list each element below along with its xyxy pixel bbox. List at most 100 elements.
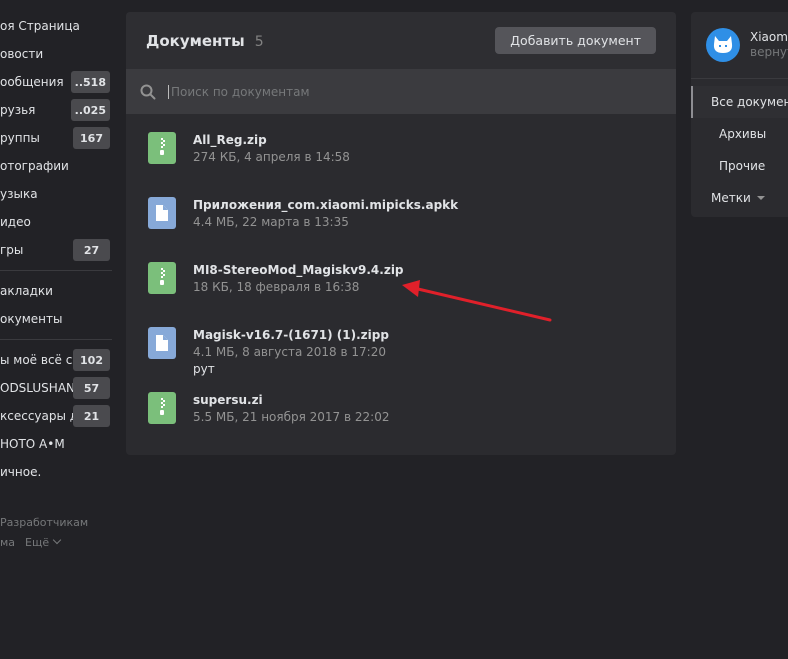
nav-item-music[interactable]: узыка	[0, 180, 112, 208]
nav-item-community[interactable]: ксессуары д...21	[0, 402, 112, 430]
more-label: Ещё	[25, 535, 50, 549]
profile-block[interactable]: Xiaomi вернут	[691, 12, 788, 78]
nav-item-community[interactable]: НОТО А•М	[0, 430, 112, 458]
zip-file-icon	[148, 392, 176, 424]
page-title: Документы 5	[146, 32, 264, 50]
nav-label: оя Страница	[0, 19, 80, 33]
nav-item-photos[interactable]: отографии	[0, 152, 112, 180]
nav-badge: ..518	[70, 71, 110, 93]
nav-item-groups[interactable]: руппы 167	[0, 124, 112, 152]
nav-badge: 27	[73, 239, 110, 261]
document-row[interactable]: MI8-StereoMod_Magiskv9.4.zip 18 КБ, 18 ф…	[126, 251, 676, 316]
nav-group-secondary: акладки окументы	[0, 277, 112, 333]
nav-item-community[interactable]: ичное.	[0, 458, 112, 486]
document-row[interactable]: Magisk-v16.7-(1671) (1).zipp 4.1 МБ, 8 а…	[126, 316, 676, 381]
document-info: All_Reg.zip 274 КБ, 4 апреля в 14:58	[193, 132, 350, 166]
tags-dropdown[interactable]: Метки	[691, 182, 788, 214]
nav-badge: 57	[73, 377, 110, 399]
zip-file-icon	[148, 132, 176, 164]
nav-label: окументы	[0, 312, 63, 326]
document-name[interactable]: All_Reg.zip	[193, 132, 350, 149]
nav-item-friends[interactable]: рузья ..025	[0, 96, 112, 124]
nav-label: узыка	[0, 187, 38, 201]
document-info: MI8-StereoMod_Magiskv9.4.zip 18 КБ, 18 ф…	[193, 262, 404, 296]
document-meta: 4.4 МБ, 22 марта в 13:35	[193, 215, 349, 229]
document-info: Приложения_com.xiaomi.mipicks.apkk 4.4 М…	[193, 197, 458, 231]
document-meta: 5.5 МБ, 21 ноября 2017 в 22:02	[193, 410, 390, 424]
nav-group-main: оя Страница овости ообщения ..518 рузья..…	[0, 12, 112, 264]
nav-badge: 167	[73, 127, 110, 149]
nav-item-messages[interactable]: ообщения ..518	[0, 68, 112, 96]
filter-other[interactable]: Прочие	[691, 150, 788, 182]
nav-label: акладки	[0, 284, 53, 298]
document-meta: 274 КБ, 4 апреля в 14:58	[193, 150, 350, 164]
nav-badge: 102	[73, 349, 110, 371]
document-info: Magisk-v16.7-(1671) (1).zipp 4.1 МБ, 8 а…	[193, 327, 389, 378]
file-icon	[148, 197, 176, 229]
filter-archives[interactable]: Архивы	[691, 118, 788, 150]
nav-label: гры	[0, 243, 24, 257]
nav-badge: ..025	[70, 99, 110, 121]
document-name[interactable]: supersu.zi	[193, 392, 389, 409]
profile-text: Xiaomi вернут	[750, 30, 788, 60]
document-row[interactable]: Приложения_com.xiaomi.mipicks.apkk 4.4 М…	[126, 186, 676, 251]
nav-divider	[0, 339, 112, 340]
file-icon	[148, 327, 176, 359]
nav-label: НОТО А•М	[0, 437, 65, 451]
filter-all-documents[interactable]: Все докумен	[691, 86, 788, 118]
avatar	[706, 28, 740, 62]
nav-item-video[interactable]: идео	[0, 208, 112, 236]
document-tag: рут	[193, 362, 215, 376]
nav-label: ы моё всё со	[0, 353, 73, 367]
developers-link[interactable]: Разработчикам	[0, 516, 88, 529]
nav-item-bookmarks[interactable]: акладки	[0, 277, 112, 305]
nav-footer: Разработчикам ма Ещё	[0, 512, 112, 552]
search-bar	[126, 69, 676, 114]
chevron-down-icon	[52, 535, 62, 544]
bunny-logo-icon	[713, 36, 733, 53]
nav-item-community[interactable]: ODSLUSHAN...57	[0, 374, 112, 402]
document-meta: 4.1 МБ, 8 августа 2018 в 17:20	[193, 345, 386, 359]
nav-item-games[interactable]: гры 27	[0, 236, 112, 264]
nav-item-community[interactable]: ы моё всё со 102	[0, 346, 112, 374]
documents-count: 5	[254, 33, 264, 50]
profile-name[interactable]: Xiaomi	[750, 30, 788, 45]
more-link[interactable]: Ещё	[25, 535, 62, 549]
caret-down-icon	[756, 196, 765, 200]
add-document-button[interactable]: Добавить документ	[495, 27, 656, 54]
profile-subtitle[interactable]: вернут	[750, 45, 788, 60]
document-meta: 18 КБ, 18 февраля в 16:38	[193, 280, 360, 294]
nav-badge: 21	[73, 405, 110, 427]
filter-panel: Xiaomi вернут Все докумен Архивы Прочие …	[691, 12, 788, 217]
nav-label: ообщения	[0, 75, 64, 89]
document-row[interactable]: All_Reg.zip 274 КБ, 4 апреля в 14:58	[126, 121, 676, 186]
document-name[interactable]: Приложения_com.xiaomi.mipicks.apkk	[193, 197, 458, 214]
nav-item-news[interactable]: овости	[0, 40, 112, 68]
nav-group-communities: ы моё всё со102 ODSLUSHAN...57 ксессуары…	[0, 346, 112, 486]
documents-panel: Документы 5 Добавить документ All_Reg.zip…	[126, 12, 676, 455]
panel-header: Документы 5 Добавить документ	[126, 12, 676, 69]
document-name[interactable]: Magisk-v16.7-(1671) (1).zipp	[193, 327, 389, 344]
nav-label: идео	[0, 215, 31, 229]
nav-item-my-page[interactable]: оя Страница	[0, 12, 112, 40]
zip-file-icon	[148, 262, 176, 294]
nav-label: ксессуары д...	[0, 409, 73, 423]
title-text: Документы	[146, 31, 245, 50]
tags-label: Метки	[711, 191, 751, 205]
nav-label: ODSLUSHAN...	[0, 381, 73, 395]
nav-label: ичное.	[0, 465, 42, 479]
document-row[interactable]: supersu.zi 5.5 МБ, 21 ноября 2017 в 22:0…	[126, 381, 676, 446]
footer-link[interactable]: ма	[0, 536, 15, 549]
document-list: All_Reg.zip 274 КБ, 4 апреля в 14:58 При…	[126, 114, 676, 446]
nav-label: отографии	[0, 159, 69, 173]
nav-label: руппы	[0, 131, 40, 145]
nav-label: овости	[0, 47, 44, 61]
document-info: supersu.zi 5.5 МБ, 21 ноября 2017 в 22:0…	[193, 392, 389, 426]
nav-item-documents[interactable]: окументы	[0, 305, 112, 333]
search-input[interactable]	[168, 84, 662, 99]
left-nav: оя Страница овости ообщения ..518 рузья..…	[0, 12, 112, 552]
nav-label: рузья	[0, 103, 36, 117]
search-icon	[140, 84, 156, 99]
nav-divider	[0, 270, 112, 271]
document-name[interactable]: MI8-StereoMod_Magiskv9.4.zip	[193, 262, 404, 279]
